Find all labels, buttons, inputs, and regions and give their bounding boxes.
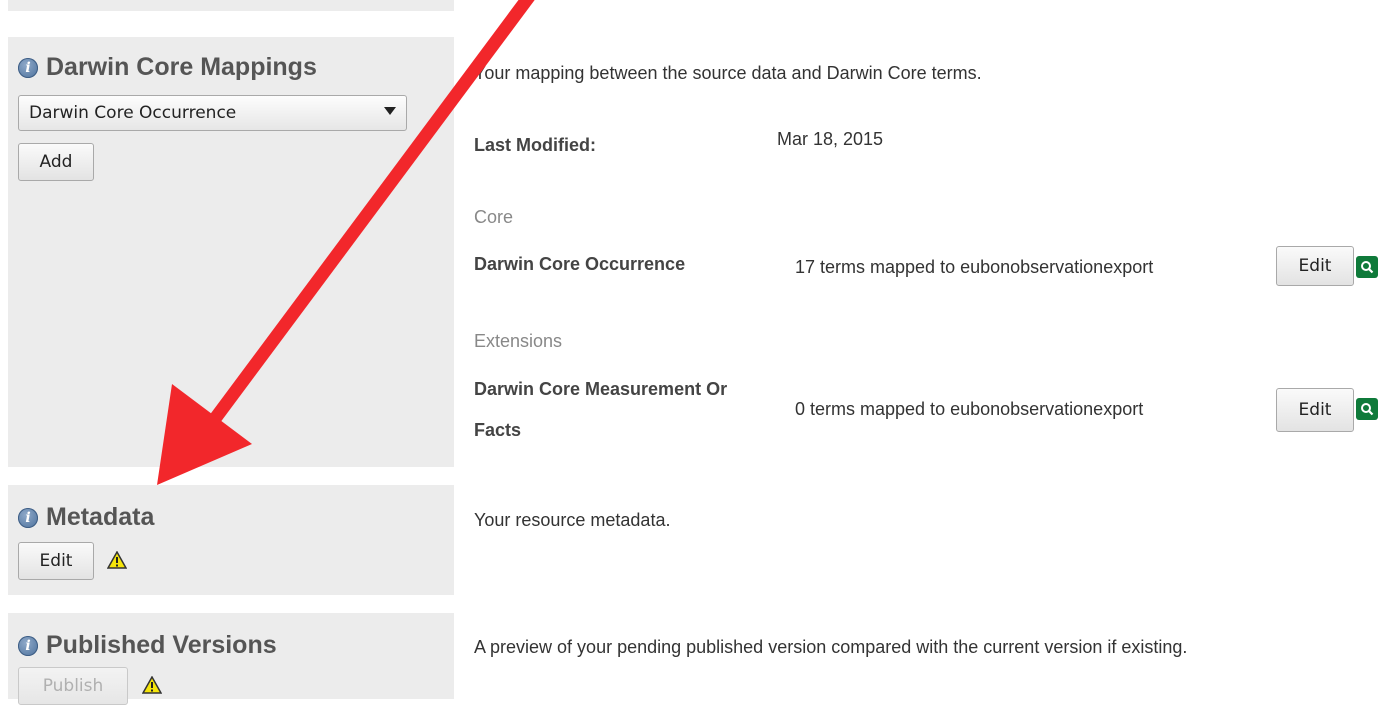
extension-mapping-summary: 0 terms mapped to eubonobservationexport — [795, 399, 1144, 419]
core-mapping-summary: 17 terms mapped to eubonobservationexpor… — [795, 257, 1154, 277]
published-panel: i Published Versions Publish — [8, 613, 454, 705]
last-modified-value: Mar 18, 2015 — [777, 129, 884, 149]
add-mapping-button[interactable]: Add — [18, 143, 94, 181]
warning-icon — [142, 676, 162, 694]
info-icon[interactable]: i — [18, 635, 38, 656]
metadata-description: Your resource metadata. — [474, 510, 671, 530]
mapping-type-selected: Darwin Core Occurrence — [29, 103, 237, 123]
info-icon[interactable]: i — [18, 507, 38, 528]
magnifier-icon — [1361, 403, 1374, 416]
extensions-heading: Extensions — [474, 331, 563, 351]
metadata-panel: i Metadata Edit — [8, 485, 454, 595]
core-heading: Core — [474, 207, 514, 227]
publish-button[interactable]: Publish — [18, 667, 128, 705]
published-description: A preview of your pending published vers… — [474, 637, 1188, 657]
mappings-title-text: Darwin Core Mappings — [46, 53, 317, 81]
previous-section-panel — [8, 0, 454, 11]
mapping-type-select[interactable]: Darwin Core Occurrence — [18, 95, 407, 131]
extension-mapping-name-line2: Facts — [474, 420, 522, 440]
preview-extension-mapping-button[interactable] — [1356, 398, 1378, 420]
edit-metadata-button[interactable]: Edit — [18, 542, 94, 580]
mappings-panel: i Darwin Core Mappings Darwin Core Occur… — [8, 37, 454, 467]
magnifier-icon — [1361, 261, 1374, 274]
preview-core-mapping-button[interactable] — [1356, 256, 1378, 278]
core-mapping-name: Darwin Core Occurrence — [474, 254, 686, 274]
chevron-down-icon — [384, 107, 396, 115]
mappings-description: Your mapping between the source data and… — [474, 63, 982, 83]
last-modified-label: Last Modified: — [474, 135, 596, 155]
published-title-text: Published Versions — [46, 631, 277, 659]
mappings-title: i Darwin Core Mappings — [18, 53, 317, 82]
metadata-title-text: Metadata — [46, 503, 155, 531]
info-icon[interactable]: i — [18, 57, 38, 78]
extension-mapping-name-line1: Darwin Core Measurement Or — [474, 379, 728, 399]
warning-icon — [107, 551, 127, 569]
metadata-title: i Metadata — [18, 503, 154, 532]
edit-core-mapping-button[interactable]: Edit — [1276, 246, 1354, 286]
edit-extension-mapping-button[interactable]: Edit — [1276, 388, 1354, 432]
published-title: i Published Versions — [18, 631, 277, 660]
